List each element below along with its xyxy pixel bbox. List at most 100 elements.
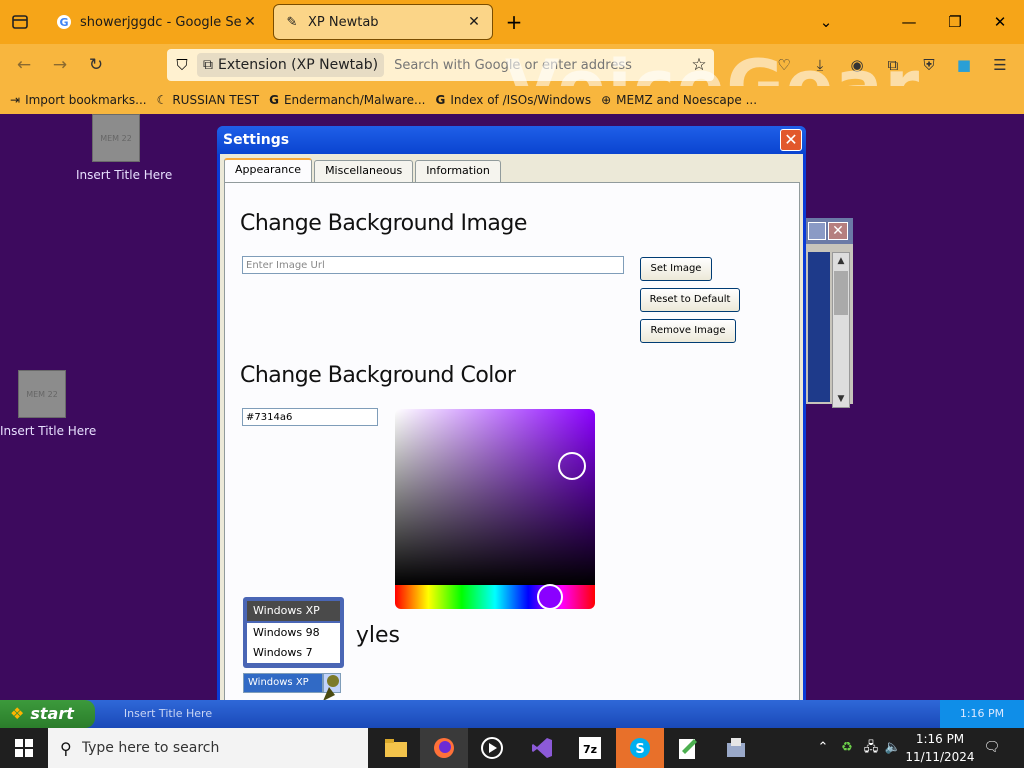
remove-image-button[interactable]: Remove Image [640,319,736,343]
set-image-button[interactable]: Set Image [640,257,712,281]
xp-taskbar: ❖ start Insert Title Here 1:16 PM [0,700,1024,728]
nav-bar: ← → ↻ ⛉ ⧉ Extension (XP Newtab) ☆ ♡ ⤓ ◉ … [0,44,1024,86]
icon-thumbnail: MEM 22 [92,114,140,162]
extension-chip[interactable]: ⧉ Extension (XP Newtab) [197,53,385,77]
7zip-icon[interactable]: 7z [566,728,614,768]
hue-handle[interactable] [537,584,563,609]
bg-image-heading: Change Background Image [240,211,527,236]
tab-information[interactable]: Information [415,160,501,182]
search-icon: ⚲ [60,738,72,758]
close-icon[interactable]: ✕ [828,222,848,240]
clock-date: 11/11/2024 [905,750,975,764]
new-tab-button[interactable]: + [502,10,526,34]
ublock-icon[interactable]: ⛨ [917,53,941,77]
window-content [808,252,830,402]
download-icon[interactable]: ⤓ [808,53,832,77]
dropdown-option[interactable]: Windows XP [247,601,340,621]
bookmark-icon: ☾ [156,93,168,107]
color-picker[interactable] [395,409,595,609]
settings-window: Settings ✕ Appearance Miscellaneous Info… [217,126,806,716]
windows-flag-icon: ❖ [10,704,25,723]
menu-icon[interactable]: ☰ [988,53,1012,77]
image-url-input[interactable] [242,256,624,274]
google-icon: G [435,93,446,107]
xp-task-button[interactable]: Insert Title Here [108,703,228,725]
desktop-icon[interactable]: MEM 22 Insert Title Here [0,370,96,438]
recycle-icon[interactable]: ♻ [836,728,858,768]
import-icon: ⇥ [10,93,21,107]
tab-google-search[interactable]: G showerjggdc - Google Search ✕ [46,4,268,40]
notepad-icon[interactable] [664,728,712,768]
style-select[interactable]: Windows XP [243,673,323,693]
scroll-up-icon[interactable]: ▲ [833,253,849,269]
puzzle-icon: ✎ [286,14,298,30]
dropdown-option[interactable]: Windows 98 [247,623,340,643]
minimize-button[interactable]: — [897,10,921,34]
saturation-handle[interactable] [558,452,586,480]
reload-button[interactable]: ↻ [84,53,108,77]
bg-color-heading: Change Background Color [240,363,516,388]
desktop-icon[interactable]: MEM 22 Insert Title Here [76,114,173,182]
svg-text:G: G [59,16,68,29]
chevron-down-icon[interactable]: ⌄ [814,10,838,34]
tab-list-button[interactable] [8,10,32,34]
visual-studio-icon[interactable] [518,728,566,768]
taskbar-clock[interactable]: 1:16 PM 11/11/2024 [905,730,975,766]
installer-icon[interactable] [712,728,760,768]
dropdown-option[interactable]: Windows 7 [247,643,340,663]
url-bar[interactable]: ⛉ ⧉ Extension (XP Newtab) ☆ [167,49,714,81]
settings-titlebar: Settings ✕ [217,126,806,154]
address-input[interactable] [384,57,684,73]
bookmark-item[interactable]: G Index of /ISOs/Windows [435,93,591,107]
reset-default-button[interactable]: Reset to Default [640,288,740,312]
extensions-icon[interactable]: ⧉ [881,53,905,77]
google-icon: G [269,93,279,107]
restore-button[interactable] [808,222,826,240]
google-icon: G [56,14,72,30]
saturation-area[interactable] [395,409,595,585]
tab-title: XP Newtab [308,14,379,30]
star-icon[interactable]: ☆ [684,55,714,75]
account-icon[interactable]: ◉ [845,53,869,77]
scroll-down-icon[interactable]: ▼ [833,391,849,407]
scroll-thumb[interactable] [834,271,848,315]
close-button[interactable]: ✕ [780,129,802,151]
chevron-up-icon[interactable]: ⌃ [812,728,834,768]
icon-label: Insert Title Here [76,168,173,182]
bookmark-item[interactable]: ⊕ MEMZ and Noescape ... [601,93,757,107]
volume-icon[interactable]: 🔈 [882,728,904,768]
bookmark-item[interactable]: ☾ RUSSIAN TEST [157,93,260,107]
network-icon[interactable]: 🖧 [860,728,882,768]
start-button[interactable] [0,728,48,768]
close-icon[interactable]: ✕ [242,14,258,30]
settings-client: Appearance Miscellaneous Information Cha… [220,154,803,714]
background-window[interactable]: ✕ ▲ ▼ [806,218,853,408]
scrollbar[interactable]: ▲ ▼ [832,252,850,408]
forward-button[interactable]: → [48,53,72,77]
xp-clock: 1:16 PM [940,700,1024,728]
shield-icon[interactable]: ⛉ [167,56,197,74]
pocket-icon[interactable]: ♡ [772,53,796,77]
color-hex-input[interactable] [242,408,378,426]
skype-icon[interactable]: S [616,728,664,768]
file-explorer-icon[interactable] [372,728,420,768]
back-button[interactable]: ← [12,53,36,77]
taskbar-search[interactable]: ⚲ [48,728,368,768]
addon-icon[interactable]: ■ [952,53,976,77]
xp-start-button[interactable]: ❖ start [0,700,95,728]
search-input[interactable] [81,740,332,756]
notification-icon[interactable]: 🗨 [980,728,1004,768]
tab-miscellaneous[interactable]: Miscellaneous [314,160,414,182]
tab-xp-newtab[interactable]: ✎ XP Newtab ✕ [273,4,493,40]
tab-appearance[interactable]: Appearance [224,158,313,182]
maximize-button[interactable]: ❐ [943,10,967,34]
bookmark-item[interactable]: G Endermanch/Malware... [269,93,425,107]
firefox-icon[interactable] [420,728,468,768]
windows-taskbar: ⚲ 7z S ⌃ ♻ 🖧 🔈 1:16 PM 11/11/2024 🗨 [0,728,1024,768]
hue-slider[interactable] [395,585,595,609]
close-icon[interactable]: ✕ [466,14,482,30]
bookmark-item[interactable]: ⇥ Import bookmarks... [10,93,147,107]
close-window-button[interactable]: ✕ [988,10,1012,34]
media-player-icon[interactable] [468,728,516,768]
svg-text:S: S [635,742,644,757]
